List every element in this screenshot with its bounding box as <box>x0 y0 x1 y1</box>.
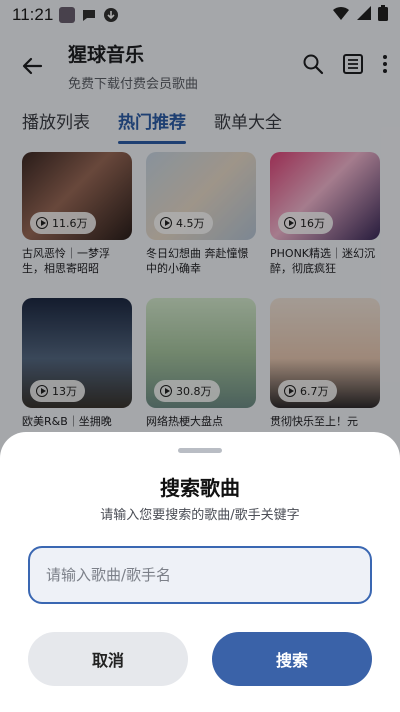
dialog-title: 搜索歌曲 <box>160 476 240 500</box>
dialog-subtitle: 请输入您要搜索的歌曲/歌手关键字 <box>100 508 300 523</box>
search-input-container[interactable] <box>28 546 372 604</box>
cancel-button[interactable]: 取消 <box>28 632 188 686</box>
drag-handle[interactable] <box>178 448 222 453</box>
song-search-input[interactable] <box>46 566 346 584</box>
search-button[interactable]: 搜索 <box>212 632 372 686</box>
search-dialog-sheet: 搜索歌曲 请输入您要搜索的歌曲/歌手关键字 取消 搜索 <box>0 432 400 712</box>
